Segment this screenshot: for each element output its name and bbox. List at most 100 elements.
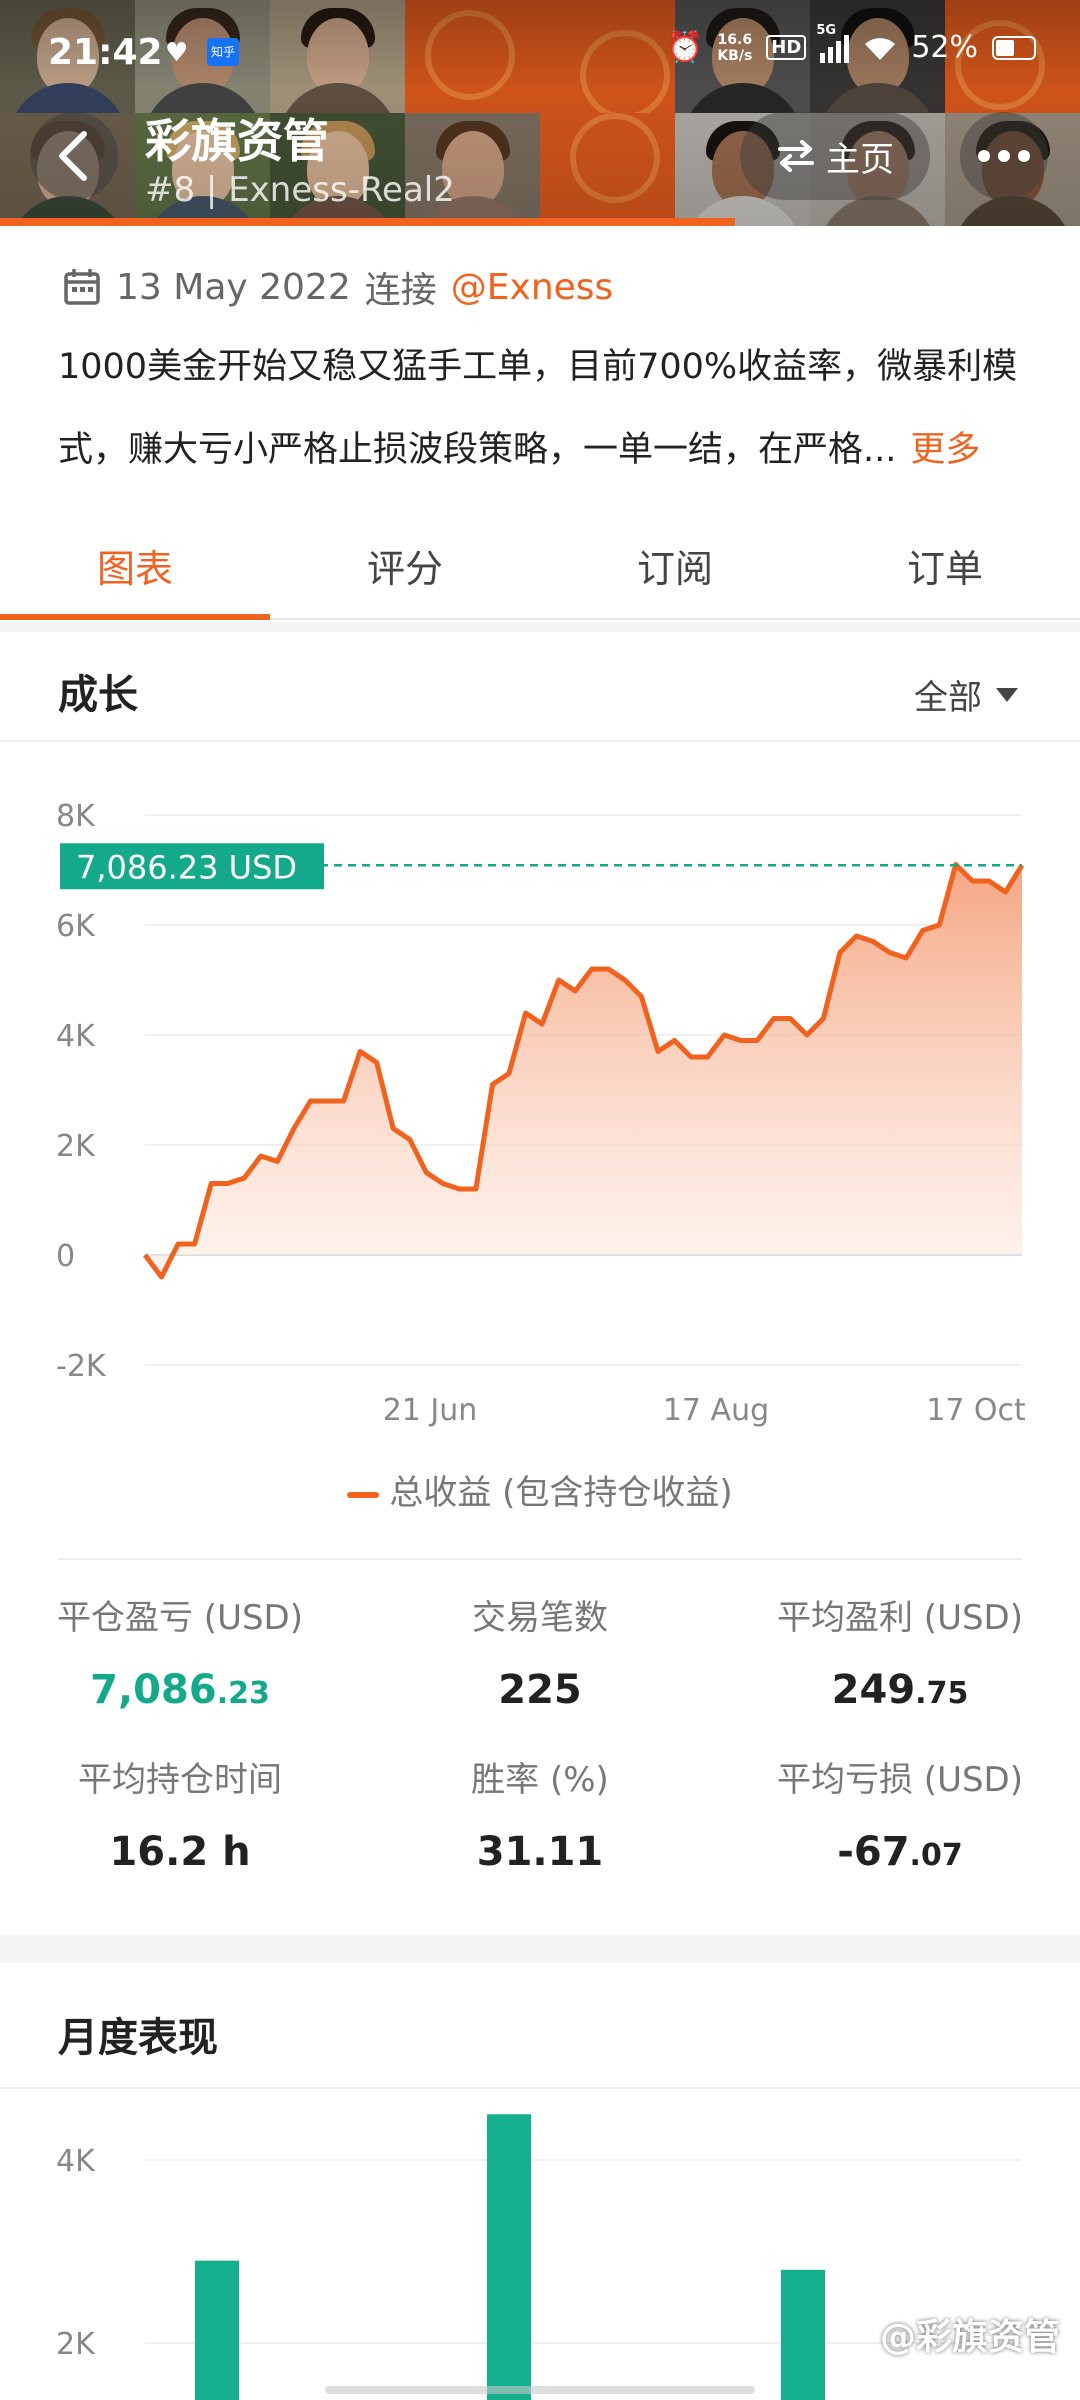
header-accent-strip: [0, 218, 735, 226]
home-indicator[interactable]: [325, 2386, 755, 2394]
account-subtitle: #8 | Exness-Real2: [145, 170, 455, 210]
connect-date-line: 13 May 2022 连接 @Exness: [62, 261, 613, 313]
strategy-description: 1000美金开始又稳又猛手工单，目前700%收益率，微暴利模式，赚大亏小严格止损…: [58, 326, 1043, 492]
description-text: 1000美金开始又稳又猛手工单，目前700%收益率，微暴利模式，赚大亏小严格止损…: [58, 347, 1018, 470]
more-link[interactable]: 更多: [910, 430, 980, 470]
stat-value-int: 7,086: [90, 1667, 217, 1713]
signal-icon: 5G: [816, 23, 850, 63]
zhihu-app-icon: 知乎: [207, 38, 239, 66]
watermark: @彩旗资管: [879, 2317, 1060, 2358]
section-gap: [0, 1935, 1080, 1963]
monthly-bar: [195, 2260, 239, 2400]
y-tick-label: 2K: [56, 2327, 96, 2362]
stat-label: 交易笔数: [472, 1598, 608, 1638]
status-icons: ⏰ 16.6 KB/s HD 5G 52%: [665, 23, 1036, 65]
stat-value-int: 31.11: [476, 1829, 604, 1875]
y-tick-label: 4K: [56, 1019, 96, 1054]
stat-value-dec: .75: [915, 1676, 969, 1711]
tab-subscribe[interactable]: 订阅: [540, 500, 810, 618]
connect-word: 连接: [364, 270, 437, 311]
status-time: 21:42: [48, 32, 163, 73]
x-tick-label: 17 Oct: [926, 1393, 1026, 1428]
more-options-button[interactable]: [960, 112, 1048, 200]
home-button[interactable]: 主页: [740, 112, 930, 200]
growth-header: 成长 全部: [0, 632, 1080, 742]
stat-avg-hold-time: 平均持仓时间 16.2 h: [0, 1752, 360, 1875]
monthly-bar: [781, 2269, 825, 2400]
home-button-label: 主页: [826, 139, 894, 180]
stat-label: 平均盈利 (USD): [777, 1598, 1023, 1638]
stat-value-dec: .23: [216, 1676, 270, 1711]
back-button[interactable]: [30, 112, 118, 200]
chevron-left-icon: [59, 131, 87, 181]
calendar-icon: [64, 269, 100, 305]
stat-label: 平均持仓时间: [78, 1760, 282, 1800]
stat-value: -67.07: [720, 1829, 1080, 1875]
tab-orders[interactable]: 订单: [810, 500, 1080, 618]
monthly-title: 月度表现: [58, 2015, 218, 2061]
stat-value: 225: [360, 1667, 720, 1713]
y-tick-label: 2K: [56, 1129, 96, 1164]
y-tick-label: 6K: [56, 909, 96, 944]
battery-icon: [992, 35, 1036, 60]
heart-icon: ♥: [165, 38, 189, 68]
alarm-icon: ⏰: [665, 30, 704, 65]
range-filter-label: 全部: [914, 678, 982, 718]
series-area: [145, 864, 1022, 1277]
monthly-bar: [487, 2114, 531, 2400]
network-type: 5G: [816, 22, 837, 38]
stat-value: 31.11: [360, 1829, 720, 1875]
network-speed-unit: KB/s: [717, 47, 753, 64]
tab-rating[interactable]: 评分: [270, 500, 540, 618]
stat-closed-pnl: 平仓盈亏 (USD) 7,086.23: [0, 1590, 360, 1713]
growth-chart-svg: 8K 6K 4K 2K 0 -2K 7,086.23 USD 21 Jun 17 Aug 17 O…: [56, 799, 1026, 1428]
account-info: 13 May 2022 连接 @Exness 1000美金开始又稳又猛手工单，目…: [0, 226, 1080, 496]
range-filter-dropdown[interactable]: 全部: [914, 670, 1018, 719]
legend-label: 总收益 (包含持仓收益): [389, 1473, 733, 1513]
page-title: 彩旗资管: [145, 114, 329, 168]
profile-header: 21:42 ♥ 知乎 ⏰ 16.6 KB/s HD 5G 52% 彩旗资管 #8…: [0, 0, 1080, 226]
x-tick-label: 21 Jun: [383, 1393, 478, 1428]
connect-date: 13 May 2022: [116, 266, 351, 308]
x-tick-label: 17 Aug: [663, 1393, 769, 1428]
stat-value: 7,086.23: [0, 1667, 360, 1713]
wifi-icon: [863, 35, 897, 61]
stat-value-int: -67: [837, 1829, 910, 1875]
legend-line-icon: [347, 1491, 380, 1498]
swap-icon: [778, 140, 814, 172]
network-speed: 16.6 KB/s: [717, 32, 752, 64]
stat-trade-count: 交易笔数 225: [360, 1590, 720, 1713]
app-screen: 21:42 ♥ 知乎 ⏰ 16.6 KB/s HD 5G 52% 彩旗资管 #8…: [0, 0, 1080, 2400]
y-tick-label: -2K: [56, 1349, 107, 1384]
stats-grid: 平仓盈亏 (USD) 7,086.23 交易笔数 225 平均盈利 (USD) …: [0, 1590, 1080, 1920]
stat-win-rate: 胜率 (%) 31.11: [360, 1752, 720, 1875]
stat-value-dec: .07: [909, 1838, 963, 1873]
network-speed-value: 16.6: [717, 31, 753, 48]
section-gap: [0, 622, 1080, 632]
stat-avg-loss: 平均亏损 (USD) -67.07: [720, 1752, 1080, 1875]
broker-link[interactable]: @Exness: [451, 267, 614, 308]
tab-bar: 图表 评分 订阅 订单: [0, 500, 1080, 620]
stat-avg-profit: 平均盈利 (USD) 249.75: [720, 1590, 1080, 1713]
growth-title: 成长: [58, 672, 138, 718]
stat-value-int: 249: [831, 1667, 916, 1713]
growth-chart: 8K 6K 4K 2K 0 -2K 7,086.23 USD 21 Jun 17 Aug 17 O…: [0, 780, 1080, 1428]
stat-value: 249.75: [720, 1667, 1080, 1713]
y-tick-label: 4K: [56, 2144, 96, 2179]
current-value-label: 7,086.23 USD: [76, 848, 297, 886]
stat-value: 16.2 h: [0, 1829, 360, 1875]
hd-icon: HD: [766, 35, 807, 60]
battery-percent: 52%: [911, 30, 978, 65]
status-bar: 21:42 ♥ 知乎 ⏰ 16.6 KB/s HD 5G 52%: [0, 0, 1080, 108]
stat-label: 平均亏损 (USD): [777, 1760, 1023, 1800]
monthly-header: 月度表现: [0, 1963, 1080, 2089]
tab-chart[interactable]: 图表: [0, 500, 270, 620]
stat-label: 平仓盈亏 (USD): [57, 1598, 303, 1638]
divider: [58, 1558, 1022, 1560]
stat-value-int: 225: [498, 1667, 582, 1713]
y-tick-label: 8K: [56, 799, 96, 834]
y-tick-label: 0: [56, 1239, 75, 1274]
stat-label: 胜率 (%): [471, 1760, 609, 1800]
chart-legend: 总收益 (包含持仓收益): [0, 1465, 1080, 1514]
caret-down-icon: [996, 687, 1018, 702]
